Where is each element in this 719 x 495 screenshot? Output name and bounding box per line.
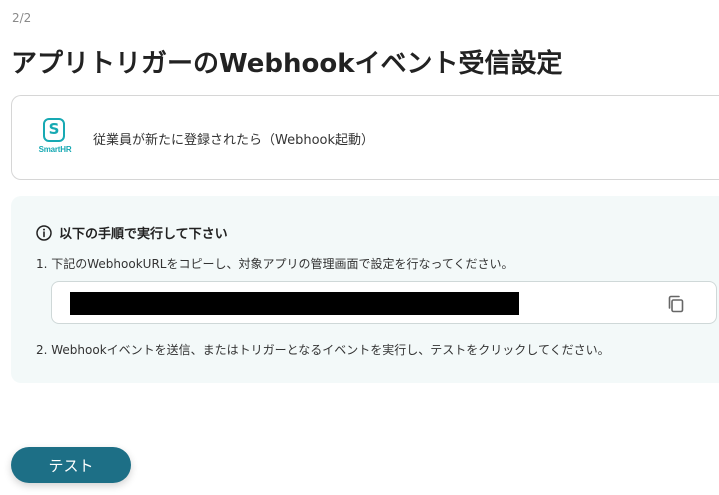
test-button[interactable]: テスト (11, 447, 131, 483)
webhook-url-value-redacted (70, 292, 519, 315)
smarthr-logo: S SmartHR (38, 118, 72, 154)
instructions-panel: 以下の手順で実行して下さい 1. 下記のWebhookURLをコピーし、対象アプ… (11, 196, 719, 383)
step-indicator: 2/2 (12, 11, 32, 25)
smarthr-logo-text: SmartHR (38, 145, 72, 154)
copy-icon[interactable] (666, 294, 686, 314)
instructions-heading: 以下の手順で実行して下さい (36, 223, 228, 242)
page-title: アプリトリガーのWebhookイベント受信設定 (11, 49, 563, 79)
trigger-event-label: 従業員が新たに登録されたら（Webhook起動） (93, 133, 375, 148)
instructions-heading-text: 以下の手順で実行して下さい (59, 227, 228, 242)
trigger-app-card: S SmartHR 従業員が新たに登録されたら（Webhook起動） (11, 95, 719, 180)
info-icon (36, 224, 52, 241)
instruction-step-2: 2. Webhookイベントを送信、またはトリガーとなるイベントを実行し、テスト… (36, 343, 610, 357)
webhook-url-field[interactable] (51, 281, 717, 324)
instruction-step-1: 1. 下記のWebhookURLをコピーし、対象アプリの管理画面で設定を行なって… (36, 257, 514, 271)
